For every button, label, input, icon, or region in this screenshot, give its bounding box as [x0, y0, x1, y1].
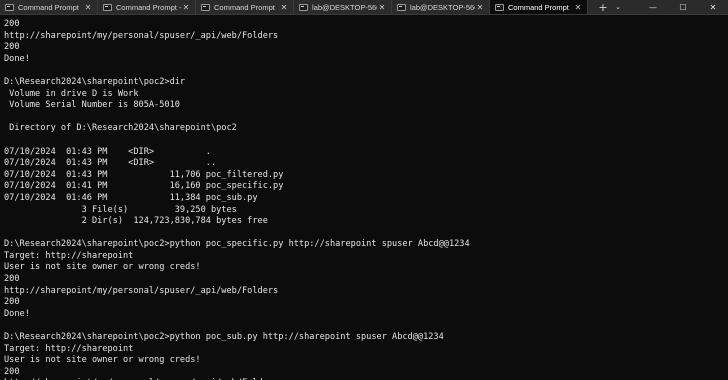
- console-line: 200: [4, 297, 20, 308]
- console-line: User is not site owner or wrong creds!: [4, 355, 201, 366]
- terminal-icon: [201, 3, 210, 11]
- console-line: Done!: [4, 53, 30, 64]
- console-line: D:\Research2024\sharepoint\poc2>dir: [4, 76, 186, 87]
- console-line: D:\Research2024\sharepoint\poc2>python p…: [4, 239, 470, 250]
- minimize-button[interactable]: —: [638, 3, 668, 12]
- close-icon[interactable]: ✕: [573, 3, 583, 12]
- console-line: 200: [4, 366, 20, 377]
- tab-label: Command Prompt: [18, 2, 79, 12]
- tab-6[interactable]: Command Prompt ✕: [490, 0, 588, 14]
- console-line: 07/10/2024 01:46 PM 11,384 poc_sub.py: [4, 192, 258, 203]
- terminal-window: Command Prompt ✕ Command Prompt - ✕ Command …: [0, 0, 728, 380]
- close-icon[interactable]: ✕: [279, 3, 289, 12]
- console-line: 07/10/2024 01:41 PM 16,160 poc_specific.…: [4, 181, 284, 192]
- console-line: http://sharepoint/my/personal/spuser/_ap…: [4, 30, 279, 41]
- console-line: 3 File(s) 39,250 bytes: [4, 204, 237, 215]
- tab-label: lab@DESKTOP-56Q: [410, 2, 475, 12]
- console-line: 07/10/2024 01:43 PM 11,706 poc_filtered.…: [4, 169, 284, 180]
- console-line: Done!: [4, 308, 30, 319]
- tab-1[interactable]: Command Prompt ✕: [0, 0, 98, 14]
- close-icon[interactable]: ✕: [475, 3, 485, 12]
- tab-bar: Command Prompt ✕ Command Prompt - ✕ Command …: [0, 0, 728, 15]
- console-line: Volume Serial Number is 805A-5010: [4, 100, 180, 111]
- console-line: http://sharepoint/my/personal/spuser/_ap…: [4, 285, 279, 296]
- console-line: 200: [4, 42, 20, 53]
- tab-label: Command Prompt -: [116, 2, 181, 12]
- terminal-icon: [5, 3, 14, 11]
- window-controls: — ☐ ✕: [638, 0, 728, 14]
- close-icon[interactable]: ✕: [83, 3, 93, 12]
- console-line: 200: [4, 19, 20, 29]
- close-icon[interactable]: ✕: [377, 3, 387, 12]
- console-line: User is not site owner or wrong creds!: [4, 262, 201, 273]
- console-line: 200: [4, 274, 20, 285]
- close-icon[interactable]: ✕: [181, 3, 191, 12]
- console-line: Target: http://sharepoint: [4, 343, 134, 354]
- tab-5[interactable]: lab@DESKTOP-56Q ✕: [392, 0, 490, 14]
- console-output[interactable]: 200 http://sharepoint/my/personal/spuser/…: [4, 19, 728, 380]
- console-line: Directory of D:\Research2024\sharepoint\…: [4, 123, 237, 134]
- console-line: 2 Dir(s) 124,723,830,784 bytes free: [4, 216, 268, 227]
- tab-label: Command Prompt: [508, 2, 569, 12]
- tab-2[interactable]: Command Prompt - ✕: [98, 0, 196, 14]
- console-line: D:\Research2024\sharepoint\poc2>python p…: [4, 332, 444, 343]
- tab-actions: + ⌄: [596, 0, 624, 14]
- terminal-icon: [103, 3, 112, 11]
- new-tab-button[interactable]: +: [596, 1, 610, 14]
- tab-4[interactable]: lab@DESKTOP-56Q ✕: [294, 0, 392, 14]
- tab-3[interactable]: Command Prompt ✕: [196, 0, 294, 14]
- console-line: Volume in drive D is Work: [4, 88, 139, 99]
- close-window-button[interactable]: ✕: [698, 3, 728, 12]
- console-line: 07/10/2024 01:43 PM <DIR> .: [4, 146, 211, 157]
- tab-label: Command Prompt: [214, 2, 275, 12]
- tab-label: lab@DESKTOP-56Q: [312, 2, 377, 12]
- console-line: Target: http://sharepoint: [4, 250, 134, 261]
- terminal-icon: [495, 3, 504, 11]
- tab-dropdown-button[interactable]: ⌄: [612, 3, 624, 11]
- terminal-icon: [299, 3, 308, 11]
- terminal-icon: [397, 3, 406, 11]
- maximize-button[interactable]: ☐: [668, 3, 698, 12]
- console-line: 07/10/2024 01:43 PM <DIR> ..: [4, 158, 217, 169]
